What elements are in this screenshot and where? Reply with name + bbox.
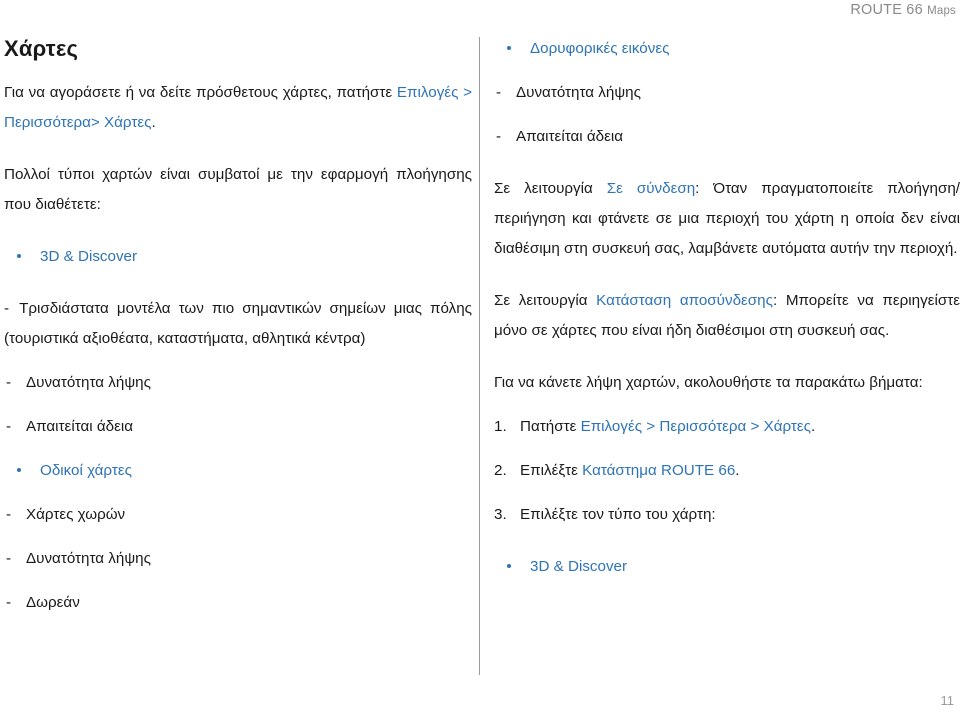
online-mode-paragraph: Σε λειτουργία Σε σύνδεση: Όταν πραγματοπ… xyxy=(494,174,960,264)
list-item-label: Δυνατότητα λήψης xyxy=(516,84,641,101)
step-item-1: 1. Πατήστε Επιλογές > Περισσότερα > Χάρτ… xyxy=(494,412,960,442)
list-item-road-maps[interactable]: Οδικοί χάρτες xyxy=(4,456,472,486)
list-item-label: Απαιτείται άδεια xyxy=(516,128,624,145)
dash-marker-icon: - xyxy=(6,550,12,567)
list-item-license-required-2: - Απαιτείται άδεια xyxy=(494,122,960,152)
list-item-label: Δωρεάν xyxy=(26,594,80,611)
list-item-label: Τρισδιάστατα μοντέλα των πιο σημαντικών … xyxy=(4,300,472,347)
step-text-before: Επιλέξτε xyxy=(520,462,583,479)
dash-marker-icon: - xyxy=(4,300,10,317)
header-title-main: ROUTE 66 xyxy=(850,2,928,18)
right-column: Δορυφορικές εικόνες - Δυνατότητα λήψης -… xyxy=(494,34,960,582)
list-item-downloadable-2: - Δυνατότητα λήψης xyxy=(4,544,472,574)
list-item-downloadable-3: - Δυνατότητα λήψης xyxy=(494,78,960,108)
dash-marker-icon: - xyxy=(6,594,12,611)
page-number: 11 xyxy=(940,693,955,708)
page-running-header: ROUTE 66 Maps xyxy=(0,0,960,26)
list-item-label: Απαιτείται άδεια xyxy=(26,418,134,435)
step-item-3: 3. Επιλέξτε τον τύπο του χάρτη: xyxy=(494,500,960,530)
list-item-country-maps: - Χάρτες χωρών xyxy=(4,500,472,530)
list-item-label: 3D & Discover xyxy=(530,558,628,575)
header-title: ROUTE 66 Maps xyxy=(850,0,956,21)
step-text-after: . xyxy=(735,462,740,479)
list-item-license-required-1: - Απαιτείται άδεια xyxy=(4,412,472,442)
column-divider xyxy=(479,37,480,675)
intro-text-before: Για να αγοράσετε ή να δείτε πρόσθετους χ… xyxy=(4,84,397,101)
left-column: Χάρτες Για να αγοράσετε ή να δείτε πρόσθ… xyxy=(4,34,472,618)
step-number: 1. xyxy=(494,418,507,435)
step-text-after: . xyxy=(811,418,816,435)
bullet-dot-icon xyxy=(17,468,21,472)
page-footer: 11 xyxy=(0,692,960,710)
step-text-before: Επιλέξτε τον τύπο του χάρτη: xyxy=(520,506,716,523)
list-item-label: 3D & Discover xyxy=(40,248,138,265)
list-item-label: Χάρτες χωρών xyxy=(26,506,126,523)
list-item-3d-discover[interactable]: 3D & Discover xyxy=(4,242,472,272)
dash-marker-icon: - xyxy=(6,418,12,435)
intro-paragraph: Για να αγοράσετε ή να δείτε πρόσθετους χ… xyxy=(4,78,472,138)
list-item-label: Δυνατότητα λήψης xyxy=(26,374,151,391)
map-types-intro: Πολλοί τύποι χαρτών είναι συμβατοί με τη… xyxy=(4,166,472,213)
list-item-downloadable-1: - Δυνατότητα λήψης xyxy=(4,368,472,398)
dash-marker-icon: - xyxy=(496,84,502,101)
dash-marker-icon: - xyxy=(6,374,12,391)
bullet-dot-icon xyxy=(507,564,511,568)
list-item-label: Οδικοί χάρτες xyxy=(40,462,132,479)
step-text-before: Πατήστε xyxy=(520,418,581,435)
offline-mode-paragraph: Σε λειτουργία Κατάσταση αποσύνδεσης: Μπο… xyxy=(494,286,960,346)
document-body: Χάρτες Για να αγοράσετε ή να δείτε πρόσθ… xyxy=(0,34,960,679)
dash-marker-icon: - xyxy=(496,128,502,145)
step-2-store-link[interactable]: Κατάστημα ROUTE 66 xyxy=(582,462,735,479)
list-item-label: Δορυφορικές εικόνες xyxy=(530,40,670,57)
list-item-free: - Δωρεάν xyxy=(4,588,472,618)
step-1-options-link[interactable]: Επιλογές > Περισσότερα > Χάρτες xyxy=(581,418,811,435)
step-number: 2. xyxy=(494,462,507,479)
step-item-2: 2. Επιλέξτε Κατάστημα ROUTE 66. xyxy=(494,456,960,486)
header-title-smallcaps: Maps xyxy=(927,5,956,17)
step-number: 3. xyxy=(494,506,507,523)
list-item-3d-discover-2[interactable]: 3D & Discover xyxy=(494,552,960,582)
dash-marker-icon: - xyxy=(6,506,12,523)
online-mode-link[interactable]: Σε σύνδεση xyxy=(607,180,695,197)
list-item-satellite-images[interactable]: Δορυφορικές εικόνες xyxy=(494,34,960,64)
list-item-label: Δυνατότητα λήψης xyxy=(26,550,151,567)
offline-text-before: Σε λειτουργία xyxy=(494,292,597,309)
bullet-dot-icon xyxy=(17,254,21,258)
list-item-3d-models: - Τρισδιάστατα μοντέλα των πιο σημαντικών… xyxy=(4,294,472,354)
bullet-dot-icon xyxy=(507,46,511,50)
offline-mode-link[interactable]: Κατάσταση αποσύνδεσης xyxy=(596,292,773,309)
intro-text-after: . xyxy=(151,114,156,131)
page-title: Χάρτες xyxy=(4,36,79,61)
online-text-before: Σε λειτουργία xyxy=(494,180,607,197)
download-steps-intro: Για να κάνετε λήψη χαρτών, ακολουθήστε τ… xyxy=(494,374,923,391)
